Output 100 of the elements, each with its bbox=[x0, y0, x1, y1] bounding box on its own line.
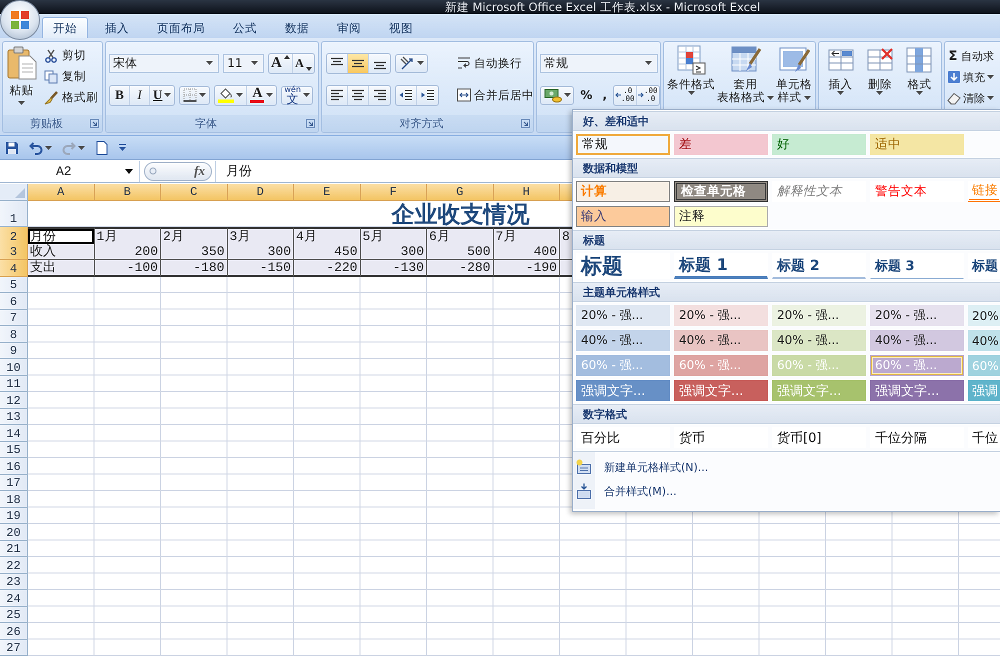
comma-style-button[interactable]: , bbox=[598, 85, 611, 105]
cell-style-option[interactable]: 标题 bbox=[968, 253, 1000, 279]
row-header[interactable]: 13 bbox=[0, 408, 28, 425]
cell-style-option[interactable]: 百分比 bbox=[576, 427, 670, 448]
cell-style-option[interactable]: 千位分隔 bbox=[870, 427, 964, 448]
row-header[interactable]: 12 bbox=[0, 392, 28, 408]
row-header[interactable]: 24 bbox=[0, 590, 28, 606]
row-header[interactable]: 21 bbox=[0, 540, 28, 557]
cell-style-option[interactable]: 40% - 强... bbox=[674, 330, 768, 351]
bold-button[interactable]: B bbox=[110, 86, 130, 104]
row-header[interactable]: 4 bbox=[0, 260, 28, 277]
cell-style-option[interactable]: 20% bbox=[968, 305, 1000, 326]
menu-item[interactable]: 新建单元格样式(N)... bbox=[573, 455, 708, 479]
column-header[interactable]: B bbox=[94, 184, 161, 201]
italic-button[interactable]: I bbox=[130, 86, 150, 104]
row-header[interactable]: 15 bbox=[0, 442, 28, 458]
name-box[interactable]: A2 bbox=[0, 160, 140, 182]
row-header[interactable]: 9 bbox=[0, 342, 28, 359]
column-header[interactable]: F bbox=[360, 184, 427, 201]
row-header[interactable]: 1 bbox=[0, 201, 28, 227]
cell-style-option[interactable]: 40% - 强... bbox=[772, 330, 866, 351]
font-color-button[interactable]: A bbox=[247, 86, 276, 104]
cell-style-option[interactable]: 常规 bbox=[576, 134, 670, 155]
merge-center-button[interactable]: 合并后居中 bbox=[455, 85, 533, 105]
cell-style-option[interactable]: 警告文本 bbox=[870, 181, 964, 202]
row-header[interactable]: 23 bbox=[0, 574, 28, 590]
row-header[interactable]: 7 bbox=[0, 310, 28, 326]
column-header[interactable]: C bbox=[161, 184, 228, 201]
row-header[interactable]: 25 bbox=[0, 606, 28, 623]
row-header[interactable]: 20 bbox=[0, 524, 28, 540]
orientation-button[interactable] bbox=[395, 54, 428, 72]
row-header[interactable]: 18 bbox=[0, 491, 28, 508]
ribbon-tab[interactable]: 数据 bbox=[274, 17, 320, 38]
cell-style-option[interactable]: 强调文字... bbox=[674, 380, 768, 401]
cell-style-option[interactable]: 40% bbox=[968, 330, 1000, 351]
row-header[interactable]: 19 bbox=[0, 508, 28, 524]
row-header[interactable]: 10 bbox=[0, 359, 28, 376]
row-header[interactable]: 22 bbox=[0, 557, 28, 574]
ribbon-tab[interactable]: 页面布局 bbox=[146, 17, 216, 38]
accounting-format-button[interactable] bbox=[540, 86, 574, 104]
row-header[interactable]: 5 bbox=[0, 276, 28, 293]
cell-style-option[interactable]: 40% - 强... bbox=[576, 330, 670, 351]
cell-style-option[interactable]: 40% - 强... bbox=[870, 330, 964, 351]
fill-button[interactable]: 填充 bbox=[946, 67, 1000, 87]
row-header[interactable]: 26 bbox=[0, 623, 28, 640]
cell-style-option[interactable]: 20% - 强... bbox=[576, 305, 670, 326]
row-header[interactable]: 3 bbox=[0, 244, 28, 260]
dialog-launcher-icon[interactable] bbox=[90, 119, 99, 128]
row-header[interactable]: 6 bbox=[0, 293, 28, 310]
cell-style-option[interactable]: 货币[0] bbox=[772, 427, 866, 448]
cell-style-option[interactable]: 货币 bbox=[674, 427, 768, 448]
column-header[interactable]: E bbox=[294, 184, 360, 201]
underline-button[interactable]: U bbox=[150, 86, 174, 104]
borders-button[interactable] bbox=[179, 86, 210, 104]
dialog-launcher-icon[interactable] bbox=[306, 119, 315, 128]
shrink-font-button[interactable]: A bbox=[292, 54, 314, 72]
cell-style-option[interactable]: 注释 bbox=[674, 206, 768, 227]
autosum-button[interactable]: Σ 自动求 bbox=[946, 46, 1000, 66]
ribbon-tab[interactable]: 公式 bbox=[222, 17, 268, 38]
cell-style-option[interactable]: 20% - 强... bbox=[674, 305, 768, 326]
fill-color-button[interactable] bbox=[215, 86, 248, 104]
row-header[interactable]: 2 bbox=[0, 227, 28, 245]
cell-style-option[interactable]: 强调文字... bbox=[870, 380, 964, 401]
ribbon-tab[interactable]: 插入 bbox=[94, 17, 140, 38]
grow-font-button[interactable]: A bbox=[268, 54, 293, 72]
phonetic-guide-button[interactable]: wén 文 bbox=[281, 86, 313, 104]
ribbon-tab[interactable]: 开始 bbox=[42, 17, 88, 38]
copy-button[interactable]: 复制 bbox=[42, 67, 100, 86]
number-format-dropdown[interactable]: 常规 bbox=[540, 54, 658, 72]
menu-item[interactable]: 合并样式(M)... bbox=[573, 479, 677, 503]
cell-style-option[interactable]: 千位 bbox=[968, 427, 1000, 448]
font-size-dropdown[interactable]: 11 bbox=[223, 54, 264, 72]
cell-style-option[interactable]: 适中 bbox=[870, 134, 964, 155]
cut-button[interactable]: 剪切 bbox=[42, 46, 100, 65]
format-painter-button[interactable]: 格式刷 bbox=[42, 88, 100, 107]
font-name-dropdown[interactable]: 宋体 bbox=[109, 54, 220, 72]
cell-style-option[interactable]: 好 bbox=[772, 134, 866, 155]
cell-style-option[interactable]: 标题 1 bbox=[674, 253, 768, 279]
cell-style-option[interactable]: 标题 bbox=[576, 253, 670, 279]
column-header[interactable]: A bbox=[28, 184, 94, 201]
cell-style-option[interactable]: 20% - 强... bbox=[772, 305, 866, 326]
column-header[interactable]: G bbox=[427, 184, 494, 201]
ribbon-tab[interactable]: 视图 bbox=[378, 17, 424, 38]
dialog-launcher-icon[interactable] bbox=[521, 119, 530, 128]
percent-button[interactable]: % bbox=[576, 85, 596, 105]
ribbon-tab[interactable]: 审阅 bbox=[326, 17, 372, 38]
align-middle-button[interactable] bbox=[348, 54, 369, 72]
row-header[interactable]: 17 bbox=[0, 474, 28, 491]
column-header[interactable]: D bbox=[228, 184, 294, 201]
row-header[interactable]: 27 bbox=[0, 640, 28, 656]
wrap-text-button[interactable]: 自动换行 bbox=[455, 53, 533, 73]
cell-style-option[interactable]: 输入 bbox=[576, 206, 670, 227]
column-header[interactable]: H bbox=[494, 184, 560, 201]
row-header[interactable]: 16 bbox=[0, 458, 28, 474]
row-header[interactable]: 11 bbox=[0, 376, 28, 392]
cell-style-option[interactable]: 标题 3 bbox=[870, 253, 964, 279]
insert-function-button[interactable]: fx bbox=[144, 162, 212, 180]
clear-button[interactable]: 清除 bbox=[946, 88, 1000, 108]
paste-button[interactable]: 粘贴 bbox=[5, 44, 38, 115]
cell-style-option[interactable]: 20% - 强... bbox=[870, 305, 964, 326]
